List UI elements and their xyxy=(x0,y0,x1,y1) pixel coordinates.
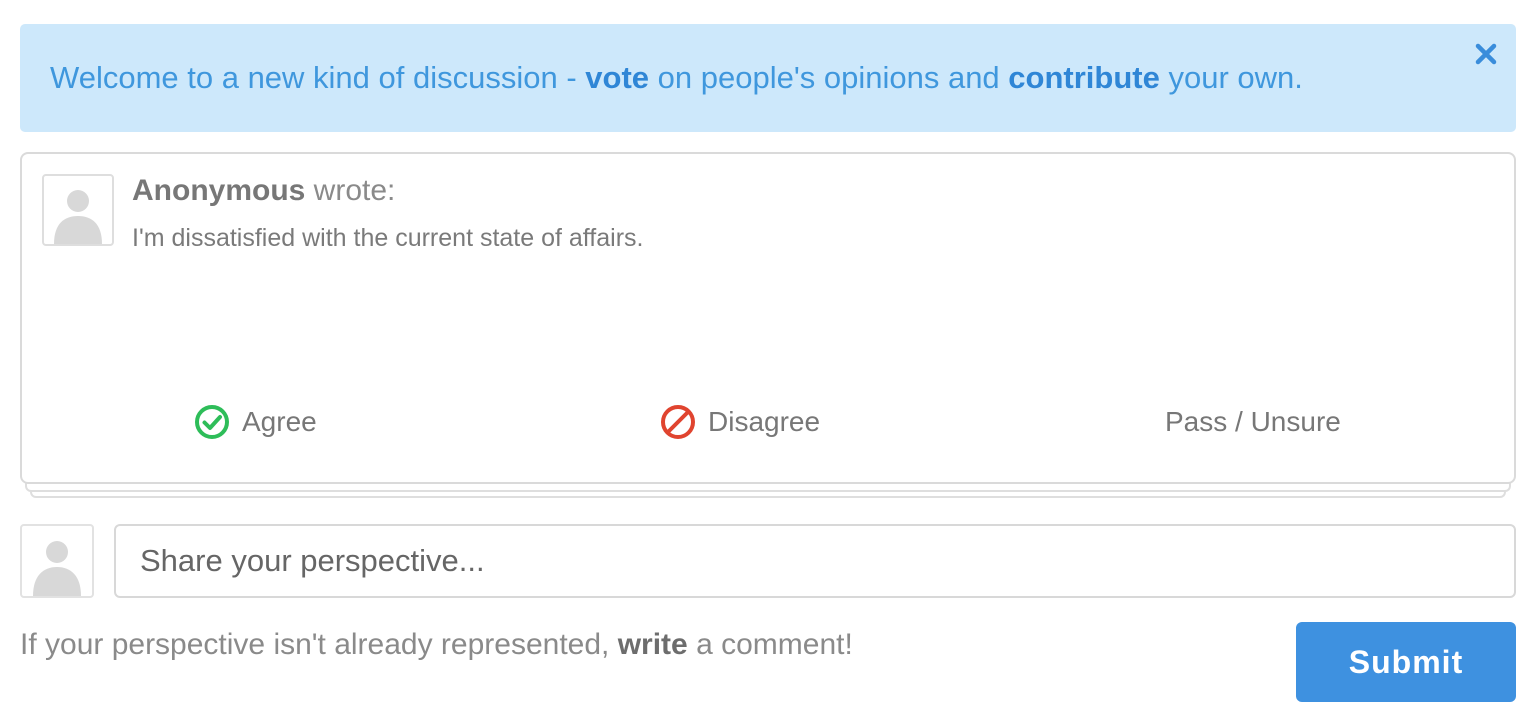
user-silhouette-icon xyxy=(54,190,102,244)
wrote-label: wrote: xyxy=(305,174,396,207)
pass-label: Pass / Unsure xyxy=(1165,406,1341,437)
hint-prefix: If your perspective isn't already repres… xyxy=(20,628,618,661)
author-line: Anonymous wrote: xyxy=(132,174,395,208)
banner-text-middle: on people's opinions and xyxy=(649,60,1009,95)
agree-label: Agree xyxy=(242,406,317,437)
submit-button[interactable]: Submit xyxy=(1296,622,1516,702)
check-circle-icon xyxy=(195,405,229,439)
comment-card: Anonymous wrote: I'm dissatisfied with t… xyxy=(20,152,1516,484)
pass-button[interactable]: Pass / Unsure xyxy=(1165,402,1341,442)
banner-vote-word: vote xyxy=(585,60,650,95)
welcome-banner: Welcome to a new kind of discussion - vo… xyxy=(20,24,1516,132)
banner-text-suffix: your own. xyxy=(1159,60,1303,95)
hint-suffix: a comment! xyxy=(687,628,853,661)
disagree-label: Disagree xyxy=(708,406,821,437)
comment-text: I'm dissatisfied with the current state … xyxy=(132,224,644,252)
user-silhouette-icon xyxy=(33,541,81,596)
author-name: Anonymous xyxy=(132,174,306,207)
banner-text-prefix: Welcome to a new kind of discussion - xyxy=(50,60,586,95)
close-icon[interactable] xyxy=(1474,42,1498,66)
write-hint: If your perspective isn't already repres… xyxy=(20,628,853,662)
ban-icon xyxy=(661,405,695,439)
avatar xyxy=(42,174,114,246)
hint-bold-word: write xyxy=(617,628,688,661)
banner-text: Welcome to a new kind of discussion - vo… xyxy=(50,60,1303,96)
disagree-button[interactable]: Disagree xyxy=(660,402,820,442)
avatar xyxy=(20,524,94,598)
perspective-input[interactable] xyxy=(114,524,1516,598)
banner-contribute-word: contribute xyxy=(1008,60,1160,95)
agree-button[interactable]: Agree xyxy=(194,402,317,442)
